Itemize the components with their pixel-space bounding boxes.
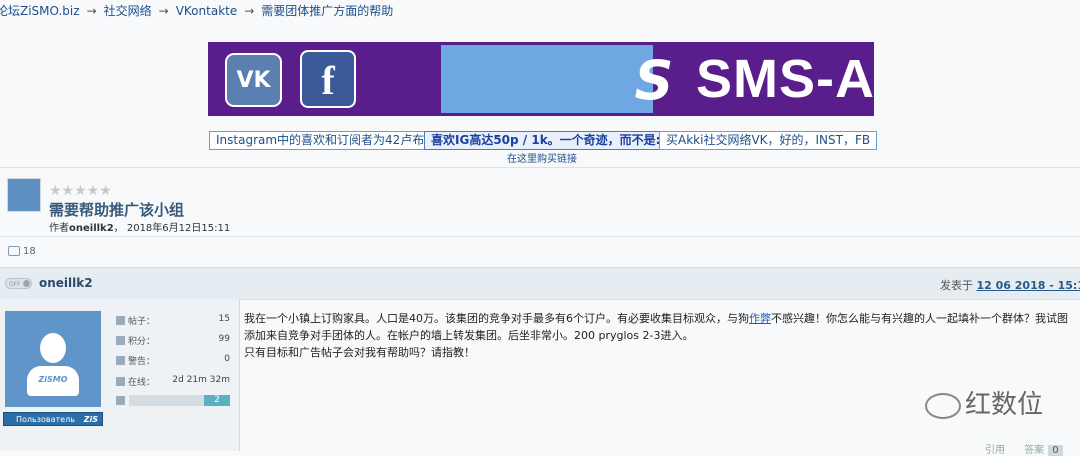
- banner-blue-block: [441, 45, 653, 113]
- buy-link[interactable]: 在这里购买链接: [507, 150, 577, 165]
- divider: [0, 236, 1080, 237]
- comment-icon: [8, 246, 20, 256]
- post-paragraph: 只有目标和广告帖子会对我有帮助吗？请指教！: [244, 344, 1074, 361]
- topic-title: 需要帮助推广该小组: [49, 199, 184, 220]
- posts-icon: [116, 316, 125, 325]
- ad-banner[interactable]: VK f S SMS-AC: [208, 42, 874, 116]
- lightning-icon: [116, 377, 125, 386]
- stat-points: 积分： 99: [116, 334, 230, 348]
- post-author-name[interactable]: oneillk2: [39, 276, 93, 290]
- post-inline-link[interactable]: 作弊: [749, 312, 771, 325]
- reply-count: 18: [8, 246, 36, 257]
- stat-value: 15: [219, 314, 230, 324]
- facebook-logo-icon: f: [300, 50, 356, 108]
- sms-logo-icon: S: [626, 50, 682, 112]
- banner-text: SMS-AC: [696, 44, 874, 114]
- reputation-icon: [116, 396, 125, 405]
- warning-icon: [116, 356, 125, 365]
- post-text: 我在一个小镇上订购家具。人口是40万。该集团的竞争对手最多有6个订户。有必要收集…: [244, 312, 749, 325]
- stat-online: 在线： 2d 21m 32m: [116, 375, 230, 389]
- breadcrumb-social[interactable]: 社交网络: [104, 4, 152, 18]
- post-actions: 引用 答案0: [985, 441, 1063, 456]
- breadcrumb-separator: →: [244, 4, 254, 18]
- ad-link-instagram[interactable]: Instagram中的喜欢和订阅者为42卢布: [209, 131, 431, 150]
- stat-label: 在线：: [128, 378, 155, 388]
- stat-label: 警告：: [128, 357, 155, 367]
- post-date-prefix: 发表于: [940, 279, 973, 292]
- rating-stars[interactable]: ★★★★★: [49, 183, 112, 199]
- ad-link-ig-likes[interactable]: 喜欢IG高达50p / 1k。一个奇迹，而不是:): [424, 131, 673, 150]
- breadcrumb-vkontakte[interactable]: VKontakte: [176, 4, 238, 18]
- reputation-bar: 2: [129, 395, 230, 406]
- user-role: Пользователь: [16, 415, 75, 424]
- stat-value: 0: [224, 354, 230, 364]
- stat-posts: 帖子： 15: [116, 314, 230, 328]
- post-paragraph: 我在一个小镇上订购家具。人口是40万。该集团的竞争对手最多有6个订户。有必要收集…: [244, 310, 1074, 344]
- vk-logo-icon: VK: [225, 53, 282, 107]
- post-body: 我在一个小镇上订购家具。人口是40万。该集团的竞争对手最多有6个订户。有必要收集…: [244, 310, 1074, 361]
- post-header: OFF oneillk2 发表于 12 06 2018 - 15:11: [0, 267, 1080, 300]
- topic-author-link[interactable]: oneillk2: [69, 223, 114, 234]
- breadcrumb: 论坛ZiSMO.biz → 社交网络 → VKontakte → 需要团体推广方面的帮助: [0, 2, 393, 19]
- stat-label: 帖子：: [128, 317, 155, 327]
- breadcrumb-forum[interactable]: 论坛ZiSMO.biz: [0, 4, 80, 18]
- topic-author-prefix: 作者: [49, 223, 69, 234]
- wechat-icon: [925, 393, 961, 419]
- topic-date: ， 2018年6月12日15:11: [114, 223, 231, 234]
- avatar-label: ZiSMO: [29, 375, 77, 384]
- author-avatar[interactable]: ZiSMO: [5, 311, 101, 407]
- reputation-value: 2: [204, 395, 230, 406]
- stat-value: 99: [219, 334, 230, 344]
- breadcrumb-separator: →: [87, 4, 97, 18]
- user-role-badge: Пользователь ZiS: [3, 412, 103, 426]
- stat-value: 2d 21m 32m: [172, 375, 230, 385]
- post-date-link[interactable]: 12 06 2018 - 15:11: [977, 279, 1080, 292]
- breadcrumb-separator: →: [159, 4, 169, 18]
- stat-warnings: 警告： 0: [116, 354, 230, 368]
- stat-label: 积分：: [128, 337, 155, 347]
- topic-meta: 作者oneillk2， 2018年6月12日15:11: [49, 219, 230, 234]
- ad-link-buy-accounts[interactable]: 买Akki社交网络VK，好的，INST，FB: [659, 131, 877, 150]
- post-date: 发表于 12 06 2018 - 15:11: [940, 277, 1080, 293]
- star-icon: [116, 336, 125, 345]
- online-status-toggle: OFF: [5, 278, 32, 289]
- breadcrumb-current[interactable]: 需要团体推广方面的帮助: [261, 4, 393, 18]
- divider: [0, 167, 1080, 168]
- author-panel: ZiSMO Пользователь ZiS 帖子： 15 积分： 99 警告： 0 在…: [0, 299, 240, 451]
- reply-count-value: 18: [23, 246, 36, 257]
- watermark-text: 红数位: [965, 390, 1043, 420]
- avatar-head-icon: [40, 333, 66, 363]
- topic-author-avatar[interactable]: [7, 178, 41, 212]
- watermark: 红数位: [925, 384, 1043, 421]
- role-tag: ZiS: [84, 413, 98, 427]
